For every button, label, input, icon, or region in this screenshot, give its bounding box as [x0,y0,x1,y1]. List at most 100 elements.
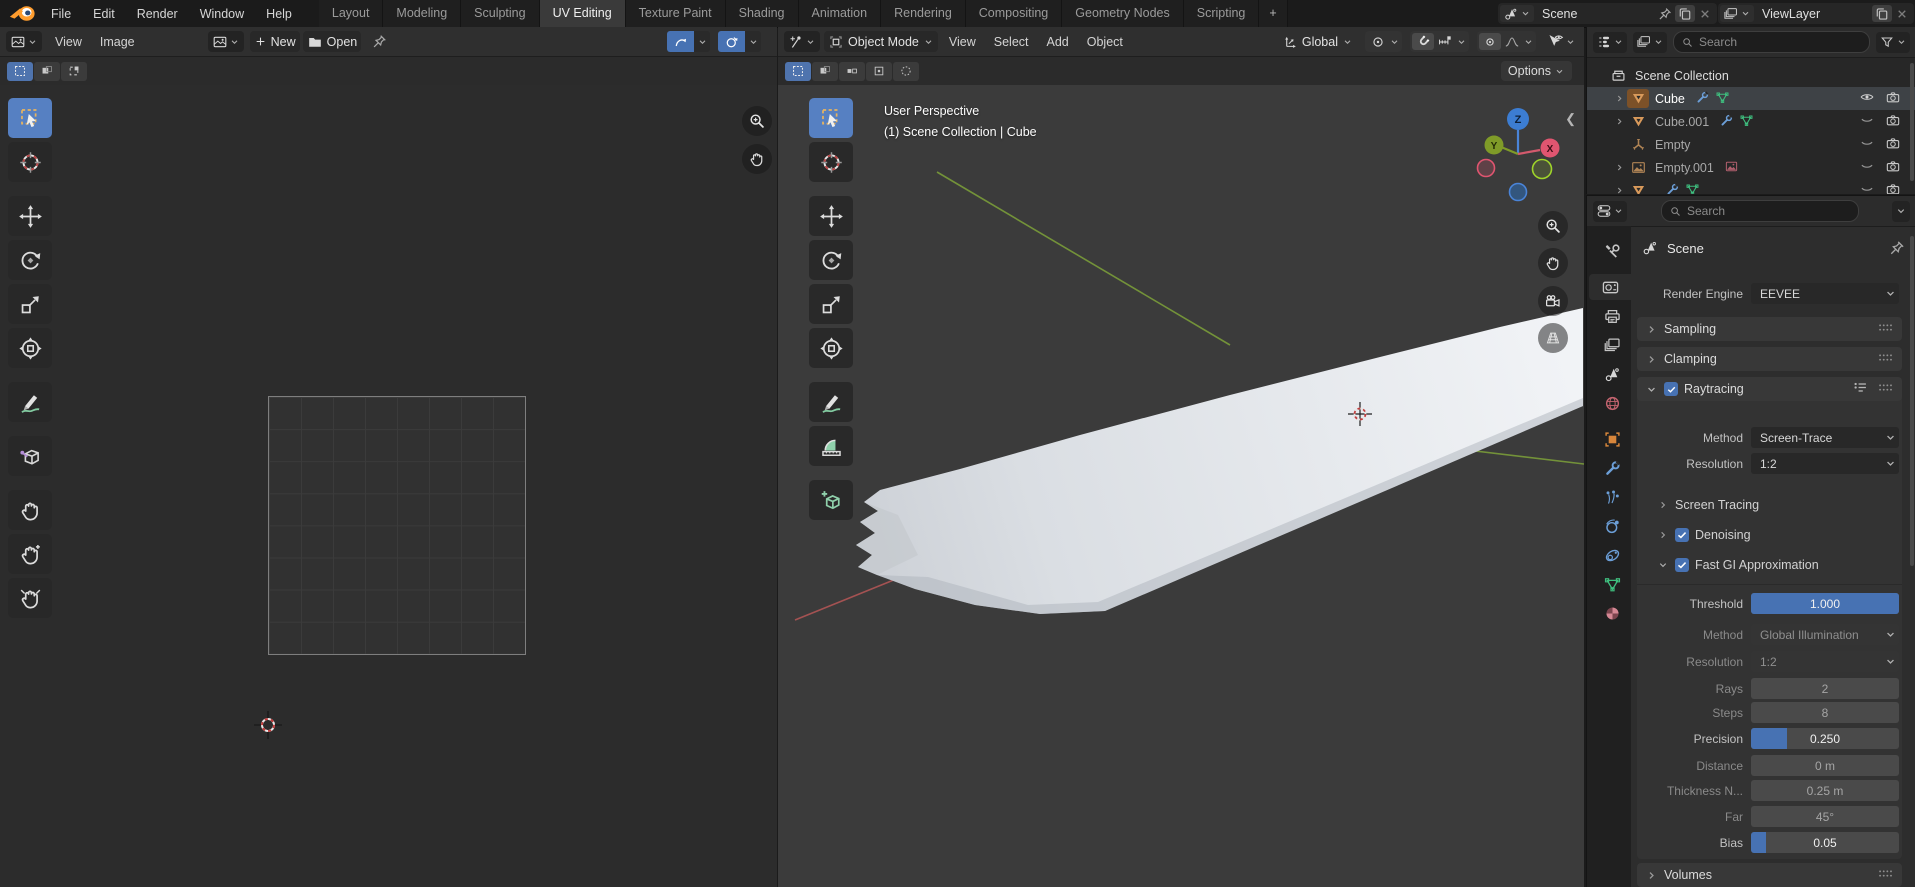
viewport-select-mode-5[interactable] [893,62,919,81]
rt-method-dropdown[interactable]: Screen-Trace [1751,427,1899,448]
workspace-tab-uv-editing[interactable]: UV Editing [540,0,626,27]
render-visibility-camera-icon[interactable] [1885,89,1901,108]
topbar-menu-help[interactable]: Help [255,7,303,21]
topbar-menu-file[interactable]: File [40,7,82,21]
properties-tab-output[interactable] [1593,303,1631,329]
viewport-pan-button[interactable] [1538,248,1568,278]
properties-tab-data[interactable] [1593,571,1631,597]
sidebar-collapse-arrow[interactable]: ❮ [1565,111,1576,127]
properties-tab-particles[interactable] [1593,484,1631,510]
view-layer-name[interactable]: ViewLayer [1754,7,1872,21]
uv-canvas[interactable] [0,85,777,887]
subpanel-denoising[interactable]: Denoising [1657,525,1751,545]
panel-volumes[interactable]: Volumes [1637,863,1902,887]
properties-tab-object[interactable] [1593,426,1631,452]
workspace-tab-shading[interactable]: Shading [726,0,799,27]
uv-zoom-button[interactable] [742,106,772,136]
subpanel-fast-gi[interactable]: Fast GI Approximation [1657,555,1819,575]
expand-chevron[interactable] [1611,185,1627,194]
workspace-tab-animation[interactable]: Animation [799,0,882,27]
scene-data-icon[interactable] [1500,5,1534,22]
delete-view-layer-icon[interactable] [1892,5,1912,22]
properties-scrollbar[interactable] [1910,236,1914,566]
properties-editor-type-button[interactable] [1593,201,1627,222]
workspace-tab-geometry-nodes[interactable]: Geometry Nodes [1062,0,1183,27]
tool-move[interactable] [8,196,52,236]
outliner-filter-button[interactable] [1876,32,1910,53]
slider-bias[interactable]: 0.05 [1751,832,1899,853]
new-image-button[interactable]: New [250,31,300,52]
slider-threshold[interactable]: 1.000 [1751,593,1899,614]
panel-sampling[interactable]: Sampling [1637,317,1902,341]
tool-rotate[interactable] [8,240,52,280]
outliner-item-cube-001[interactable]: Cube.001 [1587,110,1915,133]
uv-menu-image[interactable]: Image [91,35,144,49]
visibility-eye-closed-icon[interactable] [1859,181,1875,194]
view-layer-icon[interactable] [1720,5,1754,22]
panel-raytracing[interactable]: Raytracing [1637,377,1902,401]
workspace-tab-compositing[interactable]: Compositing [966,0,1062,27]
tool-scale[interactable] [8,284,52,324]
tool-add-cube[interactable] [809,480,853,520]
delete-scene-icon[interactable] [1695,5,1715,22]
topbar-menu-window[interactable]: Window [189,7,255,21]
workspace-tab-texture-paint[interactable]: Texture Paint [626,0,726,27]
properties-search-input[interactable]: Search [1661,200,1859,222]
new-scene-copy-icon[interactable] [1675,5,1695,22]
workspace-tab-rendering[interactable]: Rendering [881,0,966,27]
navigation-gizmo[interactable]: Z Y X [1470,96,1566,208]
workspace-tab-scripting[interactable]: Scripting [1184,0,1260,27]
viewport-canvas[interactable]: User Perspective (1) Scene Collection | … [778,85,1584,887]
topbar-menu-edit[interactable]: Edit [82,7,126,21]
pivot-point-dropdown[interactable] [1365,31,1402,52]
view-layer-selector[interactable]: ViewLayer [1718,3,1914,24]
viewport-menu-view[interactable]: View [940,35,985,49]
viewport-select-mode-2[interactable] [812,62,838,81]
render-visibility-camera-icon[interactable] [1885,135,1901,154]
properties-tab-world[interactable] [1593,390,1631,416]
properties-tab-modifiers[interactable] [1593,455,1631,481]
gizmo-neg-y-axis[interactable] [1533,160,1552,179]
properties-tab-material[interactable] [1593,600,1631,626]
workspace-tab-sculpting[interactable]: Sculpting [461,0,539,27]
viewport-select-mode-3[interactable] [839,62,865,81]
denoising-checkbox[interactable] [1675,528,1689,542]
properties-tab-render[interactable] [1589,274,1631,300]
properties-tab-constraints[interactable] [1593,542,1631,568]
expand-chevron[interactable] [1611,162,1627,173]
viewport-select-mode-4[interactable] [866,62,892,81]
properties-tab-physics[interactable] [1593,513,1631,539]
tool-scale[interactable] [809,284,853,324]
raytracing-checkbox[interactable] [1664,382,1678,396]
tool-move[interactable] [809,196,853,236]
outliner-filter-collection-button[interactable] [1633,32,1667,53]
tool-measure[interactable] [809,426,853,466]
render-visibility-camera-icon[interactable] [1885,112,1901,131]
dropdown-resolution[interactable]: 1:2 [1751,651,1899,672]
panel-clamping[interactable]: Clamping [1637,347,1902,371]
tool-annotate[interactable] [8,382,52,422]
snapping-controls[interactable] [1410,31,1469,52]
mode-selector[interactable]: Object Mode [824,31,938,52]
render-visibility-camera-icon[interactable] [1885,181,1901,194]
tool-grab[interactable] [8,490,52,530]
new-view-layer-copy-icon[interactable] [1872,5,1892,22]
viewport-camera-view-button[interactable] [1538,286,1568,316]
render-engine-dropdown[interactable]: EEVEE [1751,283,1899,304]
add-workspace-button[interactable]: + [1259,0,1287,27]
visibility-eye-open-icon[interactable] [1859,89,1875,108]
workspace-tab-modeling[interactable]: Modeling [383,0,461,27]
gizmo-neg-x-axis[interactable] [1478,160,1495,177]
uv-proportional-dropdown[interactable] [745,31,761,52]
viewport-ortho-toggle-button[interactable] [1538,323,1568,353]
visibility-eye-closed-icon[interactable] [1859,112,1875,131]
uv-proportional-toggle[interactable] [718,31,745,52]
pin-icon[interactable] [371,33,388,50]
viewport-menu-add[interactable]: Add [1038,35,1078,49]
outliner-item[interactable] [1587,179,1915,194]
viewport-menu-object[interactable]: Object [1078,35,1132,49]
uv-select-mode-3[interactable] [61,62,87,81]
tool-pinch[interactable] [8,578,52,618]
tool-cursor[interactable] [809,142,853,182]
properties-tab-view-layer[interactable] [1593,332,1631,358]
